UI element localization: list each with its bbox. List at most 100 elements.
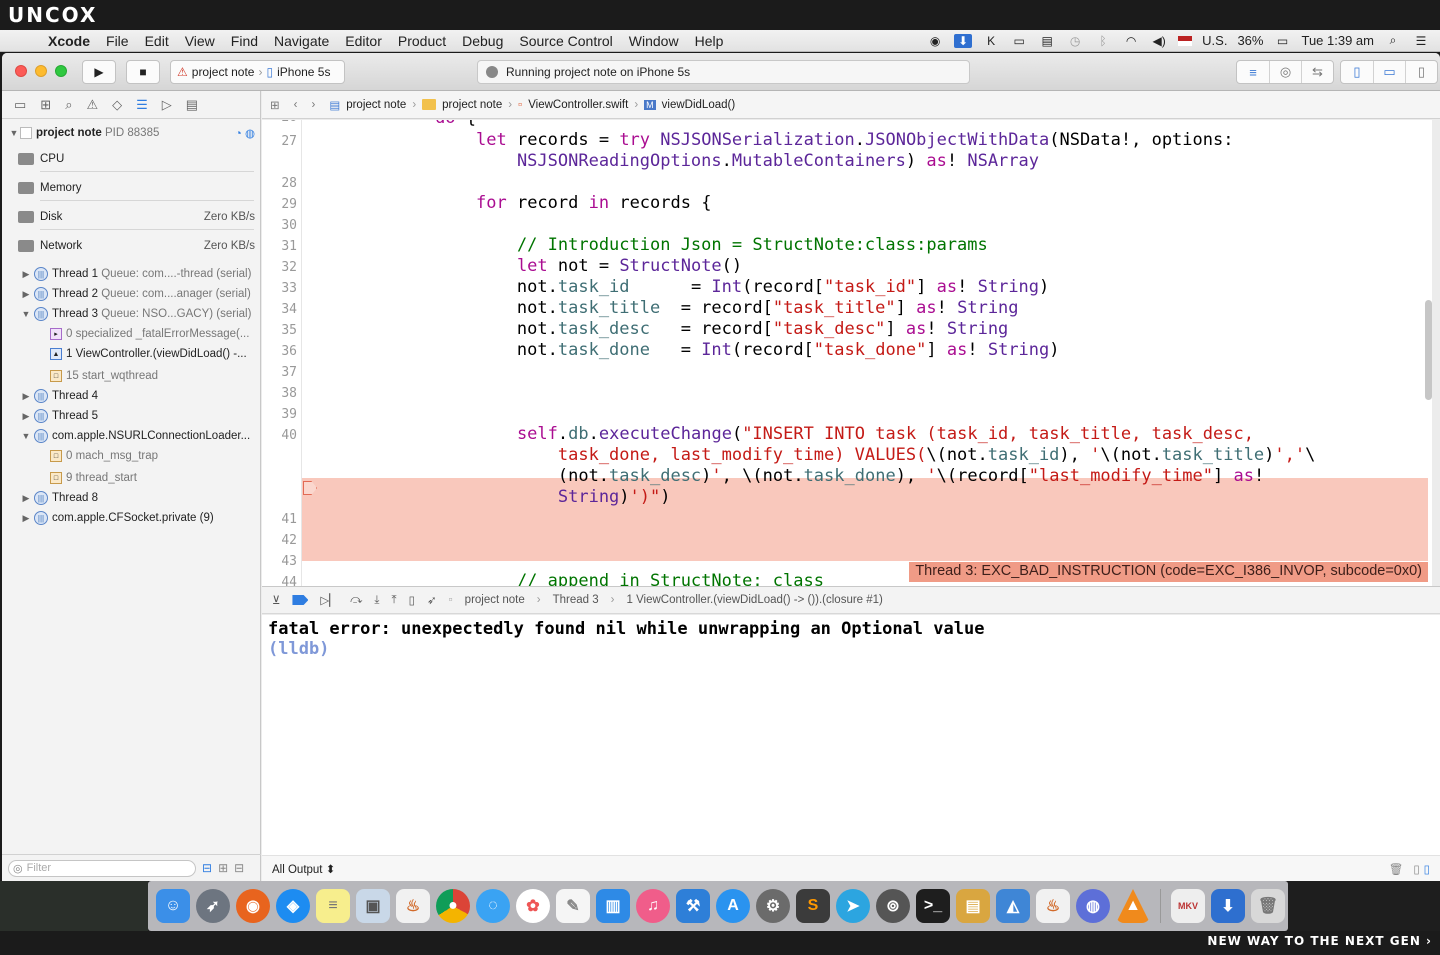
gauge-cpu[interactable]: CPU (2, 149, 261, 169)
preview-icon[interactable]: ▣ (356, 889, 390, 923)
disclosure-closed-icon[interactable]: ▶ (20, 411, 32, 422)
time-machine-icon[interactable]: ◷ (1066, 34, 1084, 48)
stack-frame-row[interactable]: □ 15 start_wqthread (2, 366, 261, 386)
status-app-icon[interactable]: ◉ (926, 34, 944, 48)
filter-input[interactable]: ◎ Filter (8, 859, 196, 877)
thread-row[interactable]: ▶ ||| Thread 8 (2, 488, 261, 508)
menu-debug[interactable]: Debug (454, 33, 511, 49)
input-source[interactable]: U.S. (1202, 33, 1227, 48)
standard-editor-icon[interactable]: ≡ (1237, 61, 1269, 83)
stack-frame-row[interactable]: ▸ 0 specialized _fatalErrorMessage(... (2, 324, 261, 344)
clock[interactable]: Tue 1:39 am (1301, 33, 1374, 48)
download-status-icon[interactable]: ⬇ (954, 33, 973, 48)
network-icon[interactable]: ◍ (1076, 889, 1110, 923)
bluetooth-icon[interactable]: ᛒ (1094, 34, 1112, 48)
minimize-window-button[interactable] (35, 65, 47, 77)
thread-row[interactable]: ▶ ||| Thread 2 Queue: com....anager (ser… (2, 284, 261, 304)
menu-find[interactable]: Find (223, 33, 266, 49)
messages-icon[interactable]: ◌ (476, 889, 510, 923)
itunes-icon[interactable]: ♫ (636, 889, 670, 923)
notes-icon[interactable]: ≡ (316, 889, 350, 923)
test-navigator-icon[interactable]: ◇ (112, 97, 122, 113)
thread-row[interactable]: ▶ ||| Thread 4 (2, 386, 261, 406)
thread-row[interactable]: ▶ ||| com.apple.CFSocket.private (9) (2, 508, 261, 528)
stop-button[interactable]: ■ (126, 60, 160, 84)
report-navigator-icon[interactable]: ▤ (186, 97, 198, 113)
panel-visibility-control[interactable]: ▯ ▭ ▯ (1340, 60, 1438, 84)
filter-view-icon[interactable]: ⊟ (234, 861, 244, 875)
vlc-icon[interactable]: ▲ (1116, 889, 1150, 923)
telegram-icon[interactable]: ➤ (836, 889, 870, 923)
menu-edit[interactable]: Edit (137, 33, 177, 49)
disclosure-open-icon[interactable]: ▼ (8, 128, 20, 138)
hide-debug-area-icon[interactable]: ⊻ (272, 593, 280, 607)
terminal-icon[interactable]: >_ (916, 889, 950, 923)
disclosure-closed-icon[interactable]: ▶ (20, 269, 32, 280)
debug-area-toggle-icon[interactable]: ▭ (1373, 61, 1405, 83)
trash-icon[interactable]: 🗑 (1251, 889, 1285, 923)
view-debugger-icon[interactable]: ▯ (409, 593, 415, 607)
thread-row[interactable]: ▶ ||| Thread 1 Queue: com....-thread (se… (2, 264, 261, 284)
sequel-icon[interactable]: ⊚ (876, 889, 910, 923)
issue-navigator-icon[interactable]: ⚠ (86, 97, 98, 113)
forward-button[interactable]: › (311, 99, 315, 111)
stack-frame-row[interactable]: □ 0 mach_msg_trap (2, 446, 261, 466)
firefox-icon[interactable]: ◉ (236, 889, 270, 923)
find-navigator-icon[interactable]: ⌕ (65, 97, 72, 113)
debug-breadcrumb-thread[interactable]: Thread 3 (553, 594, 599, 606)
step-out-icon[interactable]: ⤒ (392, 594, 397, 607)
xcode-instruments-icon[interactable]: ◭ (996, 889, 1030, 923)
breakpoint-navigator-icon[interactable]: ▷ (162, 97, 172, 113)
close-window-button[interactable] (15, 65, 27, 77)
menu-navigate[interactable]: Navigate (266, 33, 337, 49)
menu-product[interactable]: Product (390, 33, 454, 49)
debug-breadcrumb-frame[interactable]: 1 ViewController.(viewDidLoad() -> ()).(… (627, 594, 883, 606)
battery-percent[interactable]: 36% (1237, 33, 1263, 48)
runtime-error-message[interactable]: Thread 3: EXC_BAD_INSTRUCTION (code=EXC_… (909, 562, 1428, 582)
airplay-icon[interactable]: ▭ (1010, 34, 1028, 48)
filter-crashed-icon[interactable]: ⊞ (218, 861, 228, 875)
photos-icon[interactable]: ✿ (516, 889, 550, 923)
thread-row[interactable]: ▼ ||| com.apple.NSURLConnectionLoader... (2, 426, 261, 446)
process-row[interactable]: ▼ project note PID 88385 ◔ ◍ (2, 123, 261, 143)
mkv-icon[interactable]: MKV (1171, 889, 1205, 923)
java-2-icon[interactable]: ♨ (1036, 889, 1070, 923)
disclosure-closed-icon[interactable]: ▶ (20, 493, 32, 504)
project-navigator-icon[interactable]: ▭ (14, 97, 26, 113)
lldb-prompt[interactable]: (lldb) (268, 639, 1434, 659)
menu-source-control[interactable]: Source Control (511, 33, 620, 49)
disclosure-open-icon[interactable]: ▼ (20, 431, 32, 441)
output-selector[interactable]: All Output ⬍ (272, 862, 335, 876)
gauge-disk[interactable]: Disk Zero KB/s (2, 207, 261, 227)
wifi-icon[interactable]: ◠ (1122, 34, 1140, 48)
step-into-icon[interactable]: ⤓ (374, 594, 379, 607)
debug-navigator-icon[interactable]: ☰ (136, 97, 148, 113)
location-icon[interactable]: ➶ (427, 593, 437, 607)
symbol-navigator-icon[interactable]: ⊞ (40, 97, 51, 113)
keynote-icon[interactable]: ▥ (596, 889, 630, 923)
variables-view-toggle-icon[interactable]: ▯ (1413, 862, 1419, 876)
trash-icon[interactable]: 🗑 (1389, 862, 1404, 876)
sublime-icon[interactable]: S (796, 889, 830, 923)
flag-icon[interactable] (1178, 35, 1193, 46)
breadcrumb-project[interactable]: project note (346, 99, 406, 111)
step-over-icon[interactable]: ⤼ (350, 594, 362, 607)
utilities-toggle-icon[interactable]: ▯ (1405, 61, 1437, 83)
memory-icon[interactable]: ▤ (1038, 34, 1056, 48)
scheme-selector[interactable]: ⚠ project note › ▯ iPhone 5s (170, 60, 345, 84)
filter-threads-icon[interactable]: ⊟ (202, 861, 212, 875)
zoom-window-button[interactable] (55, 65, 67, 77)
gauge-network[interactable]: Network Zero KB/s (2, 236, 261, 256)
menu-view[interactable]: View (177, 33, 223, 49)
safari-icon[interactable]: ◈ (276, 889, 310, 923)
launchpad-icon[interactable]: ➶ (196, 889, 230, 923)
source-editor[interactable]: 26 27 28 29 30 31 32 33 34 35 36 37 38 3… (262, 120, 1432, 586)
menu-window[interactable]: Window (621, 33, 687, 49)
code-text[interactable]: do { let records = try NSJSONSerializati… (302, 120, 1432, 586)
downloads-icon[interactable]: ⬇ (1211, 889, 1245, 923)
navigator-toggle-icon[interactable]: ▯ (1341, 61, 1373, 83)
system-preferences-icon[interactable]: ⚙ (756, 889, 790, 923)
spotlight-icon[interactable]: ⌕ (1384, 33, 1402, 48)
line-number-gutter[interactable]: 26 27 28 29 30 31 32 33 34 35 36 37 38 3… (262, 120, 302, 586)
thread-row[interactable]: ▼ ||| Thread 3 Queue: NSO...GACY) (seria… (2, 304, 261, 324)
